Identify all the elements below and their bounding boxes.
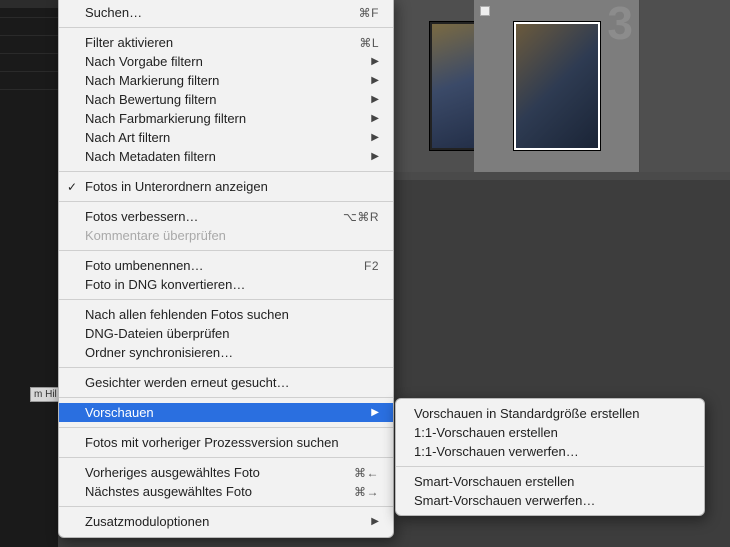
submenu-1to1-discard[interactable]: 1:1-Vorschauen verwerfen… [396,442,704,461]
shortcut-label: ⌘F [359,6,379,20]
submenu-smart-create[interactable]: Smart-Vorschauen erstellen [396,472,704,491]
menu-separator [59,457,393,458]
submenu-arrow-icon: ▶ [371,407,379,418]
menu-prev-selected[interactable]: Vorheriges ausgewähltes Foto ⌘← [59,463,393,482]
menu-show-subfolders[interactable]: ✓ Fotos in Unterordnern anzeigen [59,177,393,196]
menu-rescan-faces[interactable]: Gesichter werden erneut gesucht… [59,373,393,392]
library-menu: Suchen… ⌘F Filter aktivieren ⌘L Nach Vor… [58,0,394,538]
submenu-arrow-icon: ▶ [371,75,379,86]
tooltip-fragment: m Hil [30,387,61,402]
menu-separator [59,201,393,202]
menu-label: Filter aktivieren [85,35,173,50]
menu-label: Foto in DNG konvertieren… [85,277,245,292]
shortcut-label: ⌥⌘R [343,210,379,224]
menu-label: Fotos in Unterordnern anzeigen [85,179,268,194]
menu-rename-photo[interactable]: Foto umbenennen… F2 [59,256,393,275]
submenu-arrow-icon: ▶ [371,151,379,162]
menu-separator [59,27,393,28]
menu-check-dng[interactable]: DNG-Dateien überprüfen [59,324,393,343]
menu-plugin-options[interactable]: Zusatzmoduloptionen ▶ [59,512,393,531]
submenu-arrow-icon: ▶ [371,132,379,143]
submenu-1to1-create[interactable]: 1:1-Vorschauen erstellen [396,423,704,442]
menu-label: Nach Bewertung filtern [85,92,217,107]
thumbnail-4[interactable]: 4 [640,0,730,172]
menu-previous-process[interactable]: Fotos mit vorheriger Prozessversion such… [59,433,393,452]
menu-separator [59,250,393,251]
menu-label: Nächstes ausgewähltes Foto [85,484,252,499]
submenu-standard-previews[interactable]: Vorschauen in Standardgröße erstellen [396,404,704,423]
menu-separator [59,506,393,507]
menu-label: Nach Markierung filtern [85,73,219,88]
menu-filter-enable[interactable]: Filter aktivieren ⌘L [59,33,393,52]
shortcut-label: ⌘→ [354,485,379,499]
menu-label: Ordner synchronisieren… [85,345,233,360]
menu-check-comments: Kommentare überprüfen [59,226,393,245]
menu-label: Nach Vorgabe filtern [85,54,203,69]
menu-label: Vorschauen in Standardgröße erstellen [414,406,639,421]
menu-label: Nach Metadaten filtern [85,149,216,164]
submenu-smart-discard[interactable]: Smart-Vorschauen verwerfen… [396,491,704,510]
menu-filter-rating[interactable]: Nach Bewertung filtern ▶ [59,90,393,109]
shortcut-label: ⌘L [359,36,379,50]
shortcut-label: F2 [364,259,379,273]
submenu-arrow-icon: ▶ [371,94,379,105]
menu-separator [396,466,704,467]
menu-filter-metadata[interactable]: Nach Metadaten filtern ▶ [59,147,393,166]
shortcut-label: ⌘← [354,466,379,480]
menu-label: Nach Farbmarkierung filtern [85,111,246,126]
menu-label: Nach allen fehlenden Fotos suchen [85,307,289,322]
menu-label: Vorheriges ausgewähltes Foto [85,465,260,480]
thumbnail-index: 3 [607,0,633,50]
menu-improve-photos[interactable]: Fotos verbessern… ⌥⌘R [59,207,393,226]
menu-label: Gesichter werden erneut gesucht… [85,375,290,390]
menu-label: Vorschauen [85,405,154,420]
submenu-arrow-icon: ▶ [371,56,379,67]
menu-filter-color[interactable]: Nach Farbmarkierung filtern ▶ [59,109,393,128]
menu-separator [59,367,393,368]
menu-label: Fotos verbessern… [85,209,198,224]
menu-separator [59,427,393,428]
menu-separator [59,171,393,172]
flag-icon [480,6,490,16]
menu-previews[interactable]: Vorschauen ▶ [59,403,393,422]
thumbnail-image [514,22,600,150]
thumbnail-3[interactable]: 3 [474,0,639,172]
left-panel [0,0,58,547]
menu-sync-folder[interactable]: Ordner synchronisieren… [59,343,393,362]
menu-search[interactable]: Suchen… ⌘F [59,3,393,22]
menu-label: Kommentare überprüfen [85,228,226,243]
menu-label: 1:1-Vorschauen erstellen [414,425,558,440]
menu-label: Foto umbenennen… [85,258,204,273]
menu-convert-dng[interactable]: Foto in DNG konvertieren… [59,275,393,294]
menu-separator [59,299,393,300]
submenu-arrow-icon: ▶ [371,516,379,527]
menu-label: Suchen… [85,5,142,20]
menu-label: Zusatzmoduloptionen [85,514,209,529]
menu-label: Smart-Vorschauen verwerfen… [414,493,595,508]
menu-filter-marking[interactable]: Nach Markierung filtern ▶ [59,71,393,90]
menu-filter-preset[interactable]: Nach Vorgabe filtern ▶ [59,52,393,71]
menu-separator [59,397,393,398]
menu-label: DNG-Dateien überprüfen [85,326,230,341]
menu-filter-kind[interactable]: Nach Art filtern ▶ [59,128,393,147]
menu-next-selected[interactable]: Nächstes ausgewähltes Foto ⌘→ [59,482,393,501]
menu-label: 1:1-Vorschauen verwerfen… [414,444,579,459]
menu-find-missing[interactable]: Nach allen fehlenden Fotos suchen [59,305,393,324]
menu-label: Nach Art filtern [85,130,170,145]
check-icon: ✓ [67,180,77,194]
menu-label: Fotos mit vorheriger Prozessversion such… [85,435,339,450]
menu-label: Smart-Vorschauen erstellen [414,474,574,489]
previews-submenu: Vorschauen in Standardgröße erstellen 1:… [395,398,705,516]
submenu-arrow-icon: ▶ [371,113,379,124]
